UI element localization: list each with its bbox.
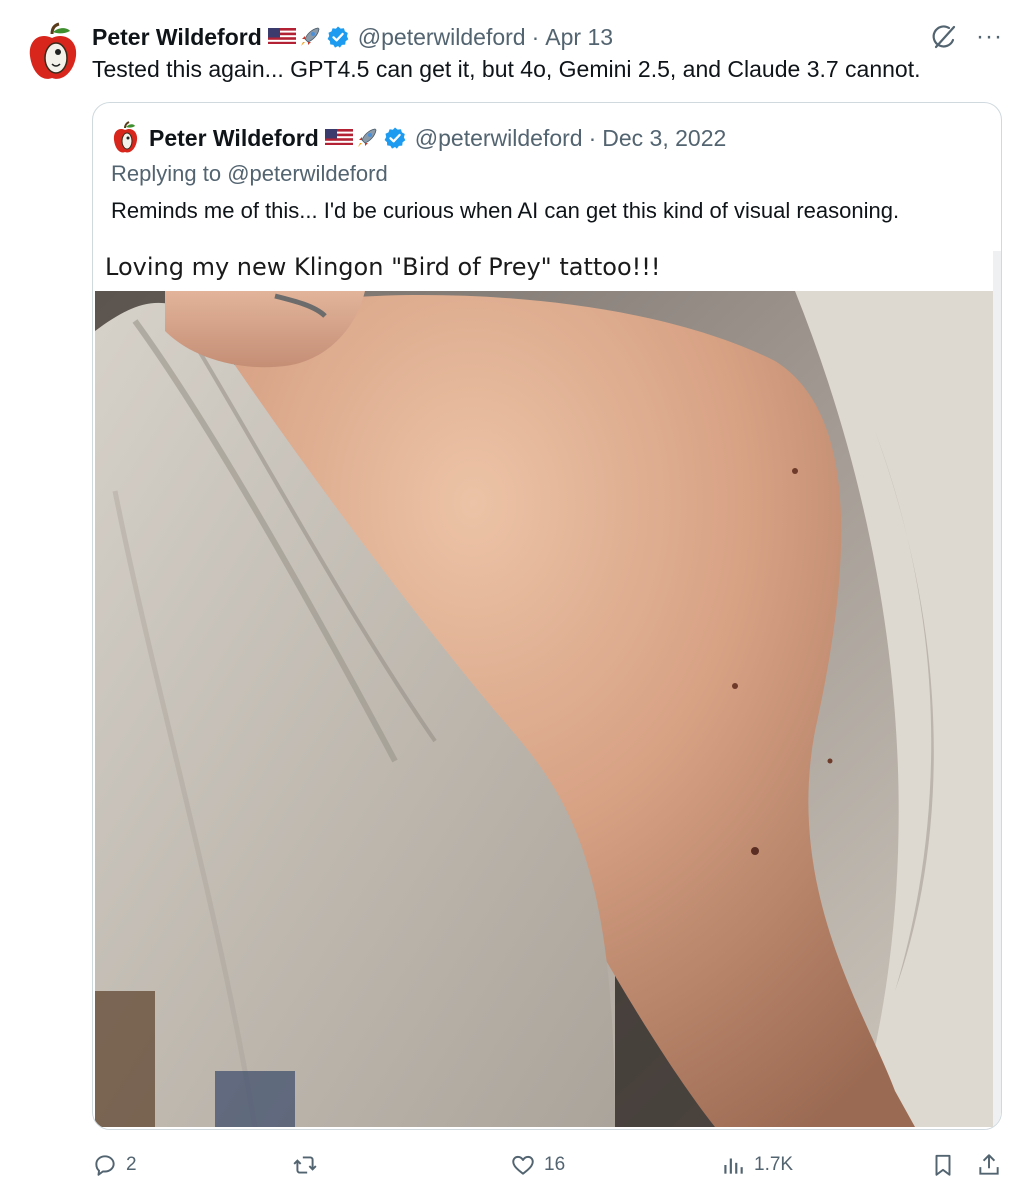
quoted-author-name[interactable]: Peter Wildeford <box>149 125 319 152</box>
quoted-author-handle: @peterwildeford <box>414 124 583 151</box>
views-count: 1.7K <box>754 1154 794 1175</box>
quoted-tweet-text: Reminds me of this... I'd be curious whe… <box>111 198 900 223</box>
replying-to-handle: @peterwildeford <box>227 161 388 186</box>
share-button[interactable] <box>976 1148 1002 1182</box>
us-flag-icon <box>267 28 296 46</box>
repost-button[interactable] <box>292 1148 326 1182</box>
tweet-text: Tested this again... GPT4.5 can get it, … <box>92 56 921 82</box>
views-button[interactable]: 1.7K <box>720 1148 793 1182</box>
media-scrollbar[interactable] <box>993 251 1001 1127</box>
apple-avatar-icon <box>113 121 138 153</box>
replying-to-label: Replying to <box>111 161 228 186</box>
us-flag-icon <box>324 129 353 147</box>
verified-badge-icon <box>384 127 406 149</box>
grok-icon[interactable] <box>928 22 958 52</box>
replying-to-line: Replying to @peterwildeford <box>111 161 388 187</box>
heart-icon <box>512 1155 534 1175</box>
bookmark-icon <box>935 1154 951 1176</box>
tweet-header: Peter Wildeford @peterwildeford · Apr 13 <box>92 20 613 54</box>
apple-avatar-icon[interactable] <box>22 22 82 84</box>
reply-button[interactable]: 2 <box>92 1148 137 1182</box>
rocket-icon <box>300 27 320 46</box>
share-icon <box>979 1154 999 1175</box>
quoted-tweet[interactable]: Peter Wildeford @peterwildeford · Dec 3,… <box>92 102 1002 1130</box>
views-icon <box>724 1158 743 1174</box>
author-handle[interactable]: @peterwildeford <box>358 24 526 51</box>
rocket-icon <box>357 128 377 147</box>
more-options-icon[interactable]: ··· <box>976 25 1003 49</box>
tweet-date[interactable]: Apr 13 <box>545 24 613 51</box>
top-right-icons: ··· <box>928 22 1003 52</box>
action-bar: 2 16 1.7K <box>92 1148 1012 1182</box>
quoted-tweet-date: Dec 3, 2022 <box>602 124 727 151</box>
bookmark-button[interactable] <box>930 1148 956 1182</box>
reply-count: 2 <box>126 1154 137 1175</box>
like-count: 16 <box>544 1154 566 1175</box>
header-separator: · <box>531 23 540 50</box>
repost-icon <box>293 1156 317 1174</box>
tweet: Peter Wildeford @peterwildeford · Apr 13 <box>0 0 1027 1200</box>
quoted-header-separator: · <box>588 124 597 151</box>
media-caption: Loving my new Klingon "Bird of Prey" tat… <box>105 253 661 281</box>
author-name[interactable]: Peter Wildeford <box>92 24 262 51</box>
like-button[interactable]: 16 <box>510 1148 565 1182</box>
verified-badge-icon <box>327 26 349 48</box>
shoulder-photo[interactable] <box>95 291 993 1127</box>
quoted-tweet-header: Peter Wildeford @peterwildeford · Dec 3,… <box>111 121 726 155</box>
reply-icon <box>95 1155 115 1176</box>
quoted-media[interactable]: Loving my new Klingon "Bird of Prey" tat… <box>95 241 1001 1129</box>
